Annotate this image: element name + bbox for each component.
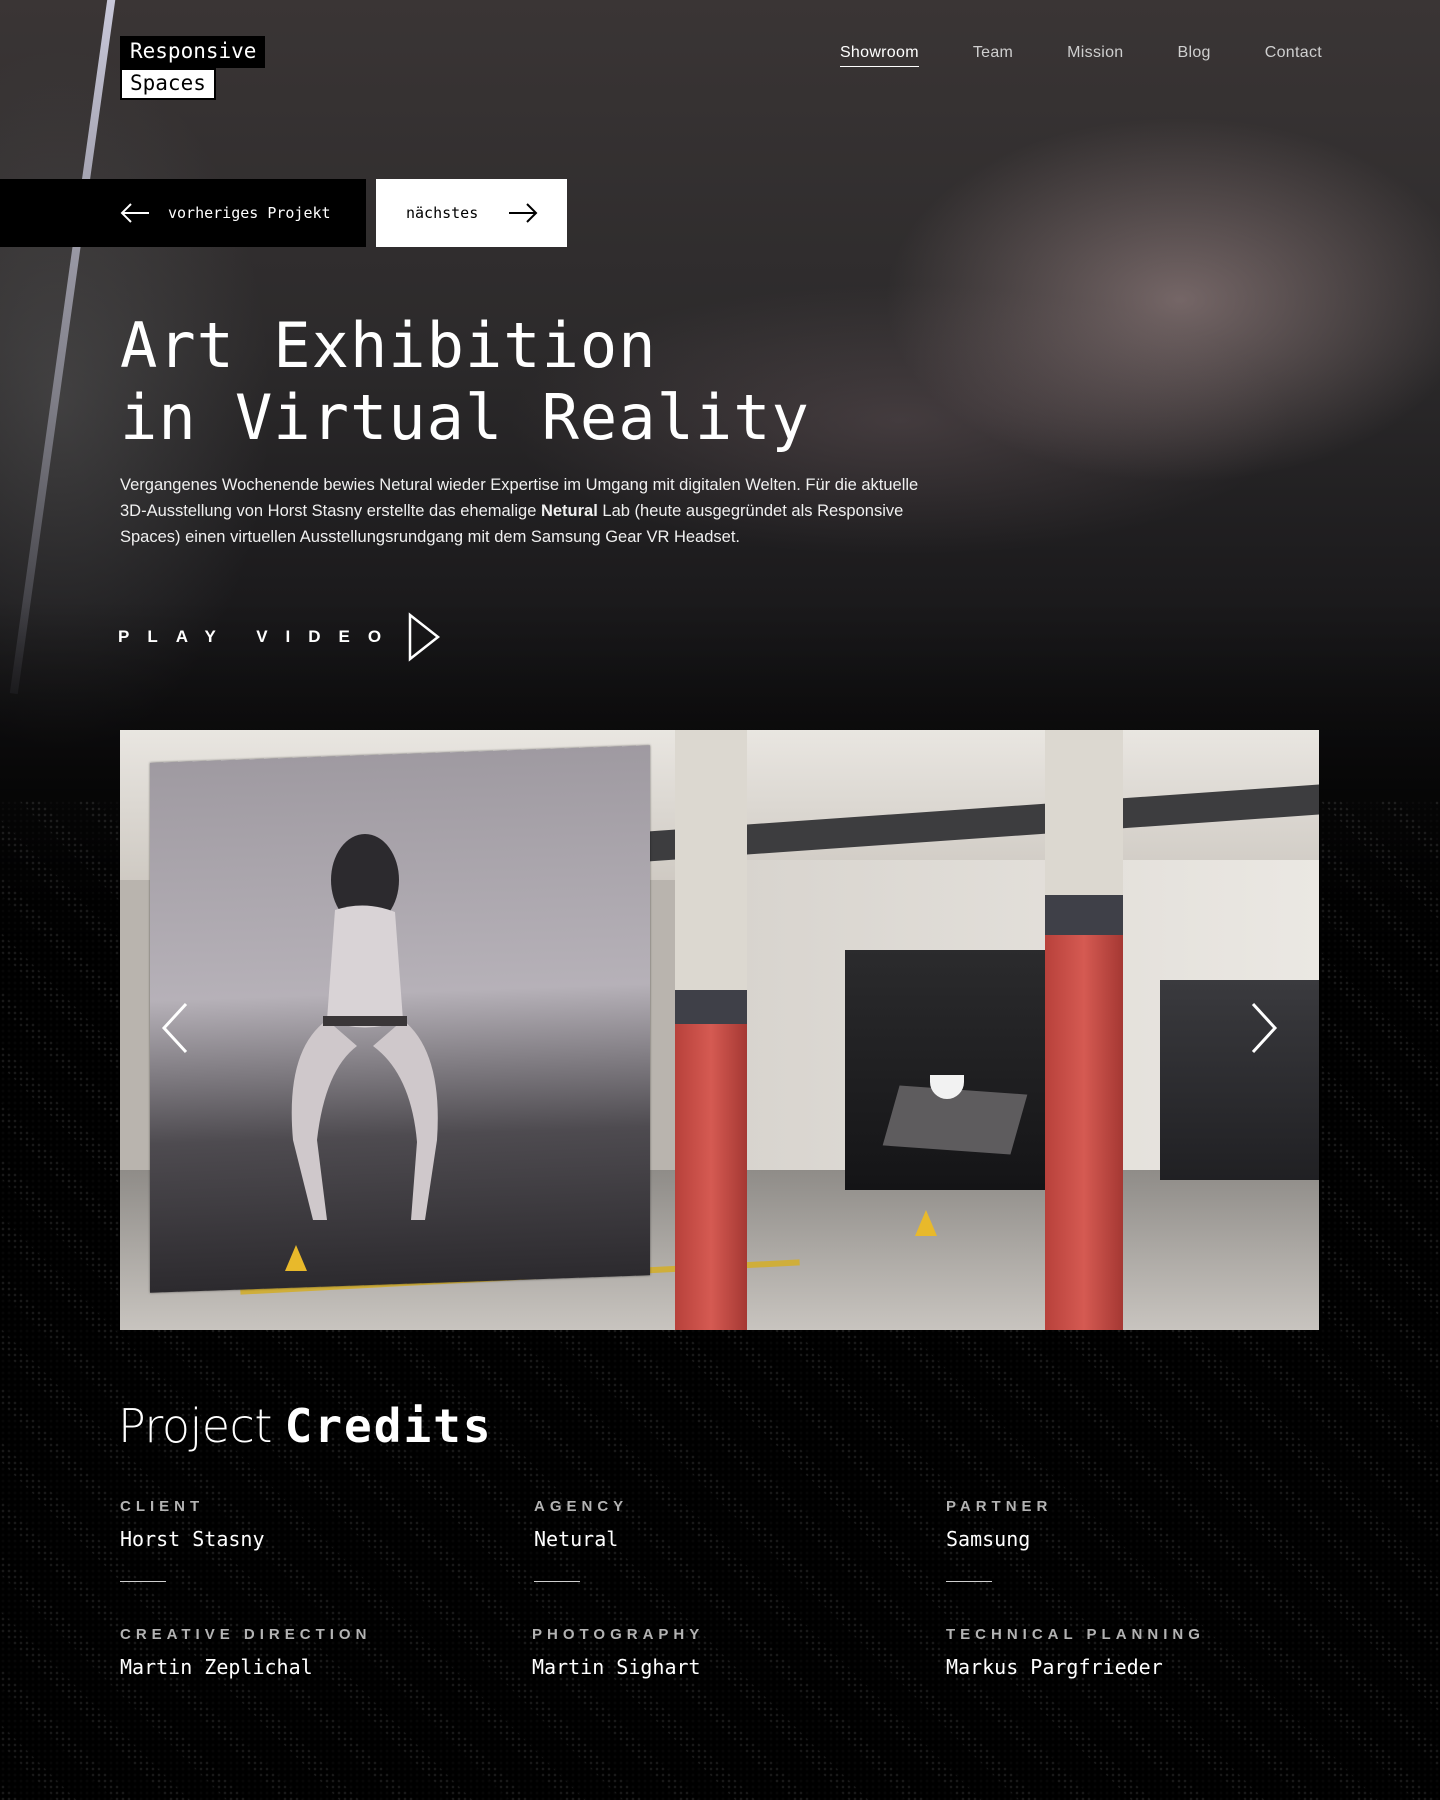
nav-item-contact[interactable]: Contact bbox=[1265, 44, 1322, 67]
previous-project-button[interactable]: vorheriges Projekt bbox=[0, 179, 366, 247]
credit-role: AGENCY bbox=[534, 1498, 629, 1515]
chevron-right-icon[interactable] bbox=[1247, 998, 1281, 1058]
slide-cone-2 bbox=[915, 1210, 937, 1236]
nav-item-mission[interactable]: Mission bbox=[1067, 44, 1123, 67]
credit-name: Markus Pargfrieder bbox=[946, 1655, 1163, 1679]
page-title: Art Exhibition in Virtual Reality bbox=[120, 310, 810, 454]
credit-name: Samsung bbox=[946, 1527, 1031, 1551]
slide-pillar-right bbox=[1045, 730, 1123, 1330]
next-project-button[interactable]: nächstes bbox=[376, 179, 567, 247]
brand-logo[interactable]: Responsive Spaces bbox=[120, 36, 265, 100]
chevron-left-icon[interactable] bbox=[158, 998, 192, 1058]
next-project-label: nächstes bbox=[406, 204, 479, 222]
nav-item-blog[interactable]: Blog bbox=[1178, 44, 1211, 67]
intro-text-bold: Netural bbox=[540, 502, 598, 520]
play-triangle-icon bbox=[408, 612, 441, 662]
credit-photography: PHOTOGRAPHY Martin Sighart bbox=[532, 1626, 892, 1679]
credit-name: Horst Stasny bbox=[120, 1527, 265, 1551]
slide-banner-bowl bbox=[845, 950, 1045, 1190]
arrow-left-icon bbox=[120, 203, 149, 223]
credit-creative-direction: CREATIVE DIRECTION Martin Zeplichal bbox=[120, 1626, 480, 1679]
credit-name: Martin Sighart bbox=[532, 1655, 701, 1679]
credit-name: Netural bbox=[534, 1527, 619, 1551]
previous-project-label: vorheriges Projekt bbox=[168, 204, 331, 222]
slide-seated-figure bbox=[291, 834, 438, 1220]
play-video-label: PLAY VIDEO bbox=[118, 627, 400, 646]
page-title-line2: in Virtual Reality bbox=[120, 381, 810, 454]
credit-name: Martin Zeplichal bbox=[120, 1655, 313, 1679]
slide-pillar-left bbox=[675, 730, 747, 1330]
credit-technical-planning: TECHNICAL PLANNING Markus Pargfrieder bbox=[946, 1626, 1306, 1679]
slide-cone-1 bbox=[285, 1245, 307, 1271]
credit-agency: AGENCY Netural bbox=[534, 1498, 894, 1582]
credit-divider bbox=[120, 1581, 166, 1582]
main-nav: Showroom Team Mission Blog Contact bbox=[786, 44, 1322, 67]
play-video-button[interactable]: PLAY VIDEO bbox=[118, 612, 441, 662]
credit-role: PHOTOGRAPHY bbox=[532, 1626, 705, 1643]
nav-item-showroom[interactable]: Showroom bbox=[839, 44, 919, 67]
credits-heading-strong: Credits bbox=[284, 1399, 493, 1453]
credit-client: CLIENT Horst Stasny bbox=[120, 1498, 480, 1582]
credit-divider bbox=[946, 1581, 992, 1582]
brand-logo-line2: Spaces bbox=[120, 68, 216, 100]
image-slider[interactable] bbox=[120, 730, 1319, 1330]
credit-partner: PARTNER Samsung bbox=[946, 1498, 1306, 1582]
slide-banner-far bbox=[1160, 980, 1319, 1180]
nav-item-team[interactable]: Team bbox=[973, 44, 1013, 67]
brand-logo-line1: Responsive bbox=[120, 36, 265, 68]
credit-role: TECHNICAL PLANNING bbox=[946, 1626, 1205, 1643]
credit-role: CREATIVE DIRECTION bbox=[120, 1626, 372, 1643]
credit-role: PARTNER bbox=[946, 1498, 1053, 1515]
credit-role: CLIENT bbox=[120, 1498, 205, 1515]
arrow-right-icon bbox=[509, 203, 538, 223]
credits-heading-light: Project bbox=[118, 1399, 272, 1453]
intro-paragraph: Vergangenes Wochenende bewies Netural wi… bbox=[120, 472, 940, 550]
page-title-line1: Art Exhibition bbox=[120, 309, 657, 382]
credit-divider bbox=[534, 1581, 580, 1582]
credits-heading: Project Credits bbox=[118, 1398, 493, 1454]
